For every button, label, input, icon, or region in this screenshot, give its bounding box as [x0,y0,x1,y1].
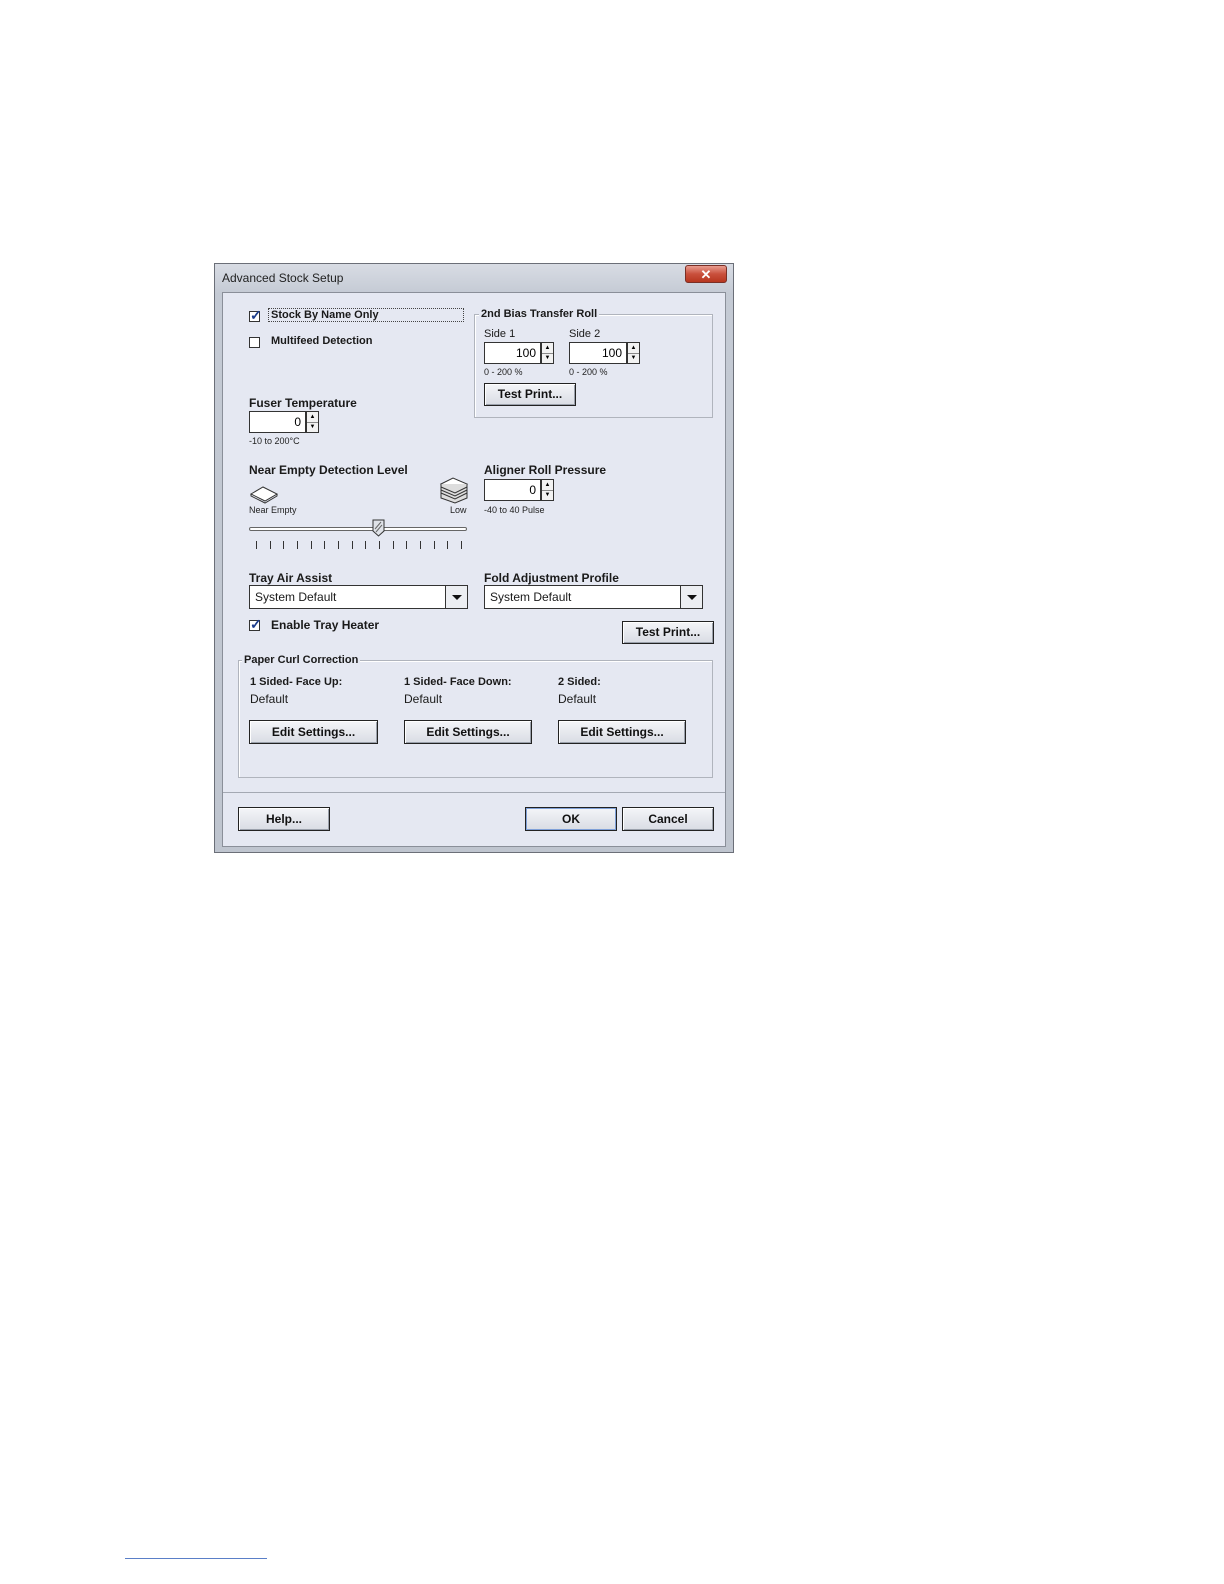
cancel-button[interactable]: Cancel [622,807,714,831]
slider-thumb[interactable] [372,519,385,537]
multifeed-detection-label[interactable]: Multifeed Detection [271,335,372,347]
stock-by-name-label[interactable]: Stock By Name Only [271,309,379,321]
side2-label: Side 2 [569,328,601,340]
curl-col3-heading: 2 Sided: [558,676,601,688]
aligner-roll-pressure-label: Aligner Roll Pressure [484,463,607,477]
window-title: Advanced Stock Setup [222,271,344,285]
near-empty-caption: Near Empty [249,505,297,515]
slider-tick [461,541,462,549]
slider-tick [365,541,367,549]
side1-range: 0 - 200 % [484,367,523,377]
fuser-temperature-spinner[interactable]: ▲ ▼ [306,411,319,433]
slider-tick [283,541,285,549]
chevron-down-icon [452,595,462,600]
slider-tick [406,541,408,549]
low-caption: Low [450,505,467,515]
spin-down-icon[interactable]: ▼ [542,490,553,500]
ok-button[interactable]: OK [525,807,617,831]
slider-tick [297,541,298,549]
fuser-temperature-label: Fuser Temperature [249,396,357,410]
dropdown-button[interactable] [680,586,702,608]
aligner-roll-pressure-input[interactable]: 0 [484,479,541,501]
bias-transfer-roll-title: 2nd Bias Transfer Roll [479,308,600,320]
spin-down-icon[interactable]: ▼ [307,422,318,432]
curl-col3-value: Default [558,692,597,706]
spin-down-icon[interactable]: ▼ [542,353,553,363]
enable-tray-heater-label[interactable]: Enable Tray Heater [271,618,379,632]
fold-adjustment-profile-dropdown[interactable]: System Default [484,585,703,609]
slider-tick [269,541,271,549]
aligner-roll-pressure-range: -40 to 40 Pulse [484,505,545,515]
fuser-temperature-input[interactable]: 0 [249,411,306,433]
checkmark-icon: ✓ [250,616,262,632]
near-empty-label: Near Empty Detection Level [249,463,408,477]
side2-spinner[interactable]: ▲ ▼ [627,342,640,364]
title-bar[interactable]: Advanced Stock Setup ✕ [215,264,733,292]
checkmark-icon: ✓ [250,307,262,323]
side1-input[interactable]: 100 [484,342,541,364]
footnote-rule [125,1558,267,1559]
side2-input[interactable]: 100 [569,342,627,364]
help-button[interactable]: Help... [238,807,330,831]
edit-settings-two-sided-button[interactable]: Edit Settings... [558,720,686,744]
bias-test-print-button[interactable]: Test Print... [484,383,576,406]
fold-adjustment-profile-value: System Default [490,590,572,604]
spin-down-icon[interactable]: ▼ [628,353,639,363]
slider-tick [256,541,257,549]
multifeed-detection-checkbox[interactable] [249,337,260,348]
tray-air-assist-dropdown[interactable]: System Default [249,585,468,609]
chevron-down-icon [687,595,697,600]
curl-col1-value: Default [250,692,289,706]
paper-single-sheet-icon [249,486,279,504]
enable-tray-heater-checkbox[interactable]: ✓ [249,616,262,632]
slider-ticks [256,541,466,549]
side1-spinner[interactable]: ▲ ▼ [541,342,554,364]
paper-stack-icon [439,477,469,504]
slider-tick [324,541,326,549]
fold-test-print-button[interactable]: Test Print... [622,621,714,644]
slider-thumb-icon [372,519,385,537]
slider-tick [351,541,353,549]
slider-tick [420,541,421,549]
slider-tick [433,541,435,549]
fuser-temperature-range: -10 to 200°C [249,436,300,446]
footer-divider [223,792,725,793]
edit-settings-face-down-button[interactable]: Edit Settings... [404,720,532,744]
slider-track[interactable] [249,527,467,531]
slider-tick [338,541,339,549]
tray-air-assist-value: System Default [255,590,337,604]
stock-by-name-checkbox[interactable]: ✓ [249,307,262,323]
curl-col2-value: Default [404,692,443,706]
slider-tick [310,541,312,549]
curl-col2-heading: 1 Sided- Face Down: [404,676,512,688]
edit-settings-face-up-button[interactable]: Edit Settings... [249,720,378,744]
slider-tick [392,541,394,549]
tray-air-assist-label: Tray Air Assist [249,571,333,585]
paper-curl-title: Paper Curl Correction [242,654,361,666]
dialog-body: ✓ Stock By Name Only Multifeed Detection… [222,292,726,847]
fold-adjustment-profile-label: Fold Adjustment Profile [484,571,619,585]
dropdown-button[interactable] [445,586,467,608]
side2-range: 0 - 200 % [569,367,608,377]
side1-label: Side 1 [484,328,516,340]
slider-tick [379,541,380,549]
curl-col1-heading: 1 Sided- Face Up: [250,676,343,688]
close-button[interactable]: ✕ [685,265,727,283]
aligner-roll-pressure-spinner[interactable]: ▲ ▼ [541,479,554,501]
slider-tick [447,541,449,549]
advanced-stock-setup-window: Advanced Stock Setup ✕ ✓ Stock By Name O… [214,263,734,853]
